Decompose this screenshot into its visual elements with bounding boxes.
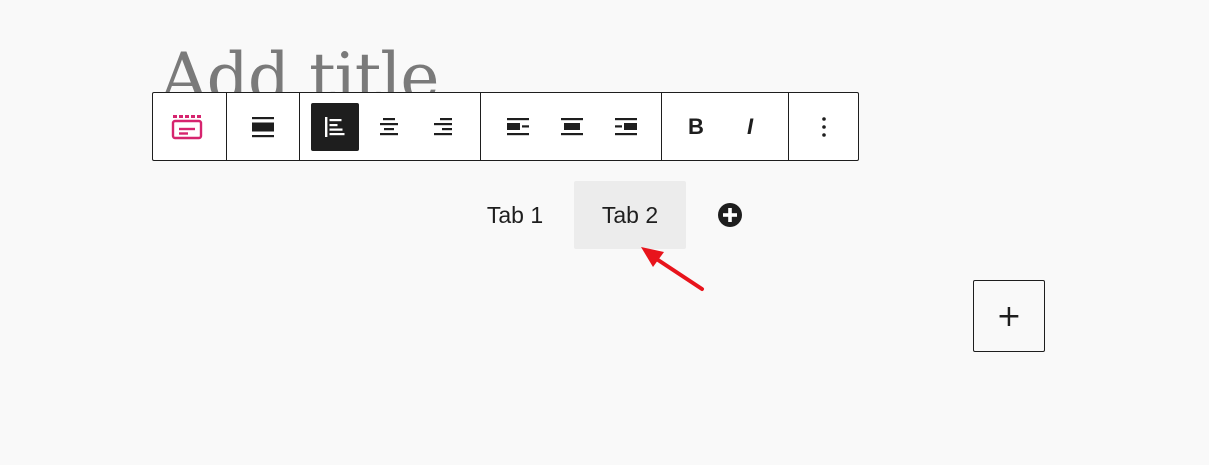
plus-circle-icon: [718, 203, 742, 227]
change-alignment-button[interactable]: [239, 103, 287, 151]
options-button[interactable]: [800, 103, 848, 151]
block-switcher-group: [153, 93, 227, 160]
block-toolbar: B I: [152, 92, 859, 161]
content-align-right-button[interactable]: [602, 103, 650, 151]
more-vertical-icon: [821, 116, 826, 137]
media-left-icon: [507, 117, 529, 135]
more-options-group: [789, 93, 858, 160]
block-type-button[interactable]: [163, 103, 211, 151]
bold-button[interactable]: B: [672, 103, 720, 151]
bold-label: B: [688, 113, 704, 139]
media-center-icon: [561, 117, 583, 135]
tabs-align-center-button[interactable]: [365, 103, 413, 151]
tabs-alignment-group: [300, 93, 481, 160]
post-title-placeholder[interactable]: Add title: [160, 38, 438, 92]
italic-button[interactable]: I: [726, 103, 774, 151]
align-right-icon: [434, 117, 452, 135]
add-block-button[interactable]: +: [973, 280, 1045, 352]
block-alignment-group: [227, 93, 300, 160]
align-wide-icon: [252, 116, 274, 137]
text-format-group: B I: [662, 93, 789, 160]
italic-label: I: [746, 113, 754, 139]
annotation-arrow-icon: [641, 247, 704, 291]
align-left-icon: [325, 116, 345, 137]
media-right-icon: [615, 117, 637, 135]
content-align-center-button[interactable]: [548, 103, 596, 151]
editor-canvas: Add title B I Tab 1 Tab 2 +: [0, 0, 1209, 465]
tabs-align-right-button[interactable]: [419, 103, 467, 151]
add-tab-button[interactable]: [716, 201, 744, 229]
align-center-icon: [380, 117, 398, 135]
tab-1[interactable]: Tab 1: [460, 181, 570, 249]
tabs-align-left-button[interactable]: [311, 102, 359, 151]
content-align-left-button[interactable]: [494, 103, 542, 151]
tabs-block-icon: [171, 114, 202, 139]
content-alignment-group: [481, 93, 662, 160]
